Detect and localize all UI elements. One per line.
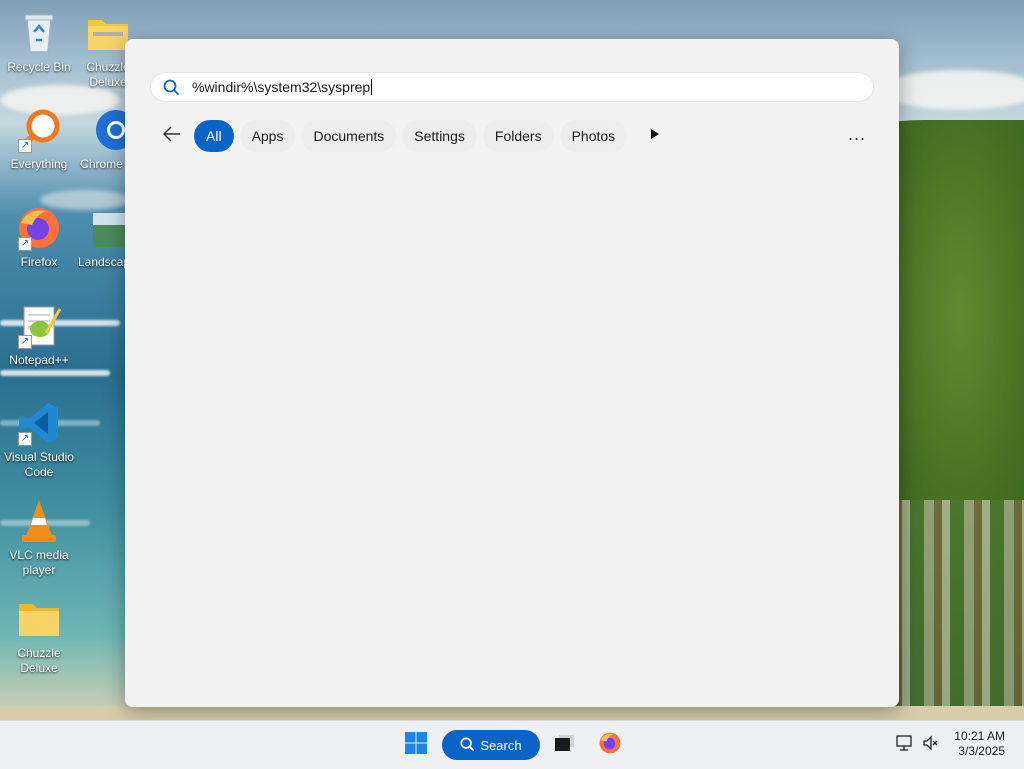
taskbar-search-button[interactable]: Search [442, 730, 540, 760]
desktop-icon-label: Landscape [78, 255, 125, 269]
desktop-icon-landscape[interactable]: Landscape [78, 205, 125, 270]
desktop-icon-chuzzle-folder[interactable]: Chuzzle Deluxe [0, 596, 78, 676]
desktop-icon-recycle-bin[interactable]: Recycle Bin [0, 10, 78, 75]
notepadpp-icon: ↗ [16, 303, 62, 349]
vscode-icon: ↗ [16, 400, 62, 446]
arrow-left-icon [162, 125, 181, 147]
desktop-icon-everything[interactable]: ↗ Everything [0, 107, 78, 172]
image-icon [79, 205, 125, 251]
search-icon [163, 79, 179, 100]
desktop-icon-label: Recycle Bin [7, 60, 71, 74]
shortcut-arrow-icon: ↗ [18, 432, 32, 446]
folder-icon [16, 596, 62, 642]
shortcut-arrow-icon: ↗ [18, 335, 32, 349]
filter-chip-folders[interactable]: Folders [482, 120, 554, 152]
filter-chip-settings[interactable]: Settings [402, 120, 477, 152]
more-options-button[interactable]: ... [847, 125, 867, 147]
start-button[interactable] [402, 730, 430, 760]
filter-chip-all[interactable]: All [194, 120, 234, 152]
desktop-icon-label: VLC media player [9, 548, 69, 577]
more-filters-button[interactable] [645, 126, 665, 146]
shortcut-arrow-icon: ↗ [18, 237, 32, 251]
taskbar-search-label: Search [480, 737, 522, 753]
clock-time: 10:21 AM [954, 729, 1005, 743]
everything-search-icon: ↗ [16, 107, 62, 153]
chrome-icon [79, 107, 125, 153]
text-caret [371, 79, 373, 95]
desktop-icon-chrome[interactable]: Chrome [78, 107, 125, 172]
network-status[interactable] [894, 730, 916, 760]
firefox-icon [598, 731, 622, 760]
search-input[interactable]: %windir%\system32\sysprep [192, 79, 373, 95]
taskbar: Search 10:21 AM 3/3/2025 [0, 720, 1024, 769]
desktop-icon-notepadpp[interactable]: ↗ Notepad++ [0, 303, 78, 368]
desktop-icon-vscode[interactable]: ↗ Visual Studio Code [0, 400, 78, 480]
desktop-icon-vlc[interactable]: VLC media player [0, 498, 78, 578]
desktop-icon-label: Notepad++ [9, 353, 69, 367]
search-icon [460, 736, 480, 754]
desktop-icon-label: Chrome [80, 157, 123, 171]
task-view-icon [553, 734, 575, 757]
back-button[interactable] [158, 122, 186, 150]
filter-chip-documents[interactable]: Documents [301, 120, 397, 152]
clock-date: 3/3/2025 [958, 744, 1005, 758]
vlc-icon [16, 498, 62, 544]
filter-chip-photos[interactable]: Photos [559, 120, 628, 152]
filter-chip-apps[interactable]: Apps [239, 120, 296, 152]
desktop-icon-label: Everything [10, 157, 68, 171]
search-box[interactable]: %windir%\system32\sysprep [150, 72, 874, 102]
monitor-network-icon [896, 734, 914, 757]
desktop-icon-label: Firefox [20, 255, 58, 269]
volume-status[interactable] [920, 730, 942, 760]
desktop-icon-firefox[interactable]: ↗ Firefox [0, 205, 78, 270]
search-filter-bar: All Apps Documents Settings Folders Phot… [158, 120, 665, 152]
shortcut-arrow-icon: ↗ [18, 139, 32, 153]
recycle-bin-icon [16, 10, 62, 56]
windows-logo-icon [404, 731, 428, 760]
firefox-icon: ↗ [16, 205, 62, 251]
task-view-button[interactable] [550, 730, 578, 760]
search-flyout: %windir%\system32\sysprep All Apps Docum… [125, 39, 899, 707]
desktop-icon-label: Chuzzle Deluxe [17, 646, 61, 675]
desktop-icon-label: Visual Studio Code [4, 450, 74, 479]
play-arrow-icon [650, 127, 660, 145]
clock[interactable]: 10:21 AM 3/3/2025 [954, 729, 1005, 759]
speaker-muted-icon [922, 734, 940, 757]
taskbar-firefox[interactable] [596, 730, 624, 760]
